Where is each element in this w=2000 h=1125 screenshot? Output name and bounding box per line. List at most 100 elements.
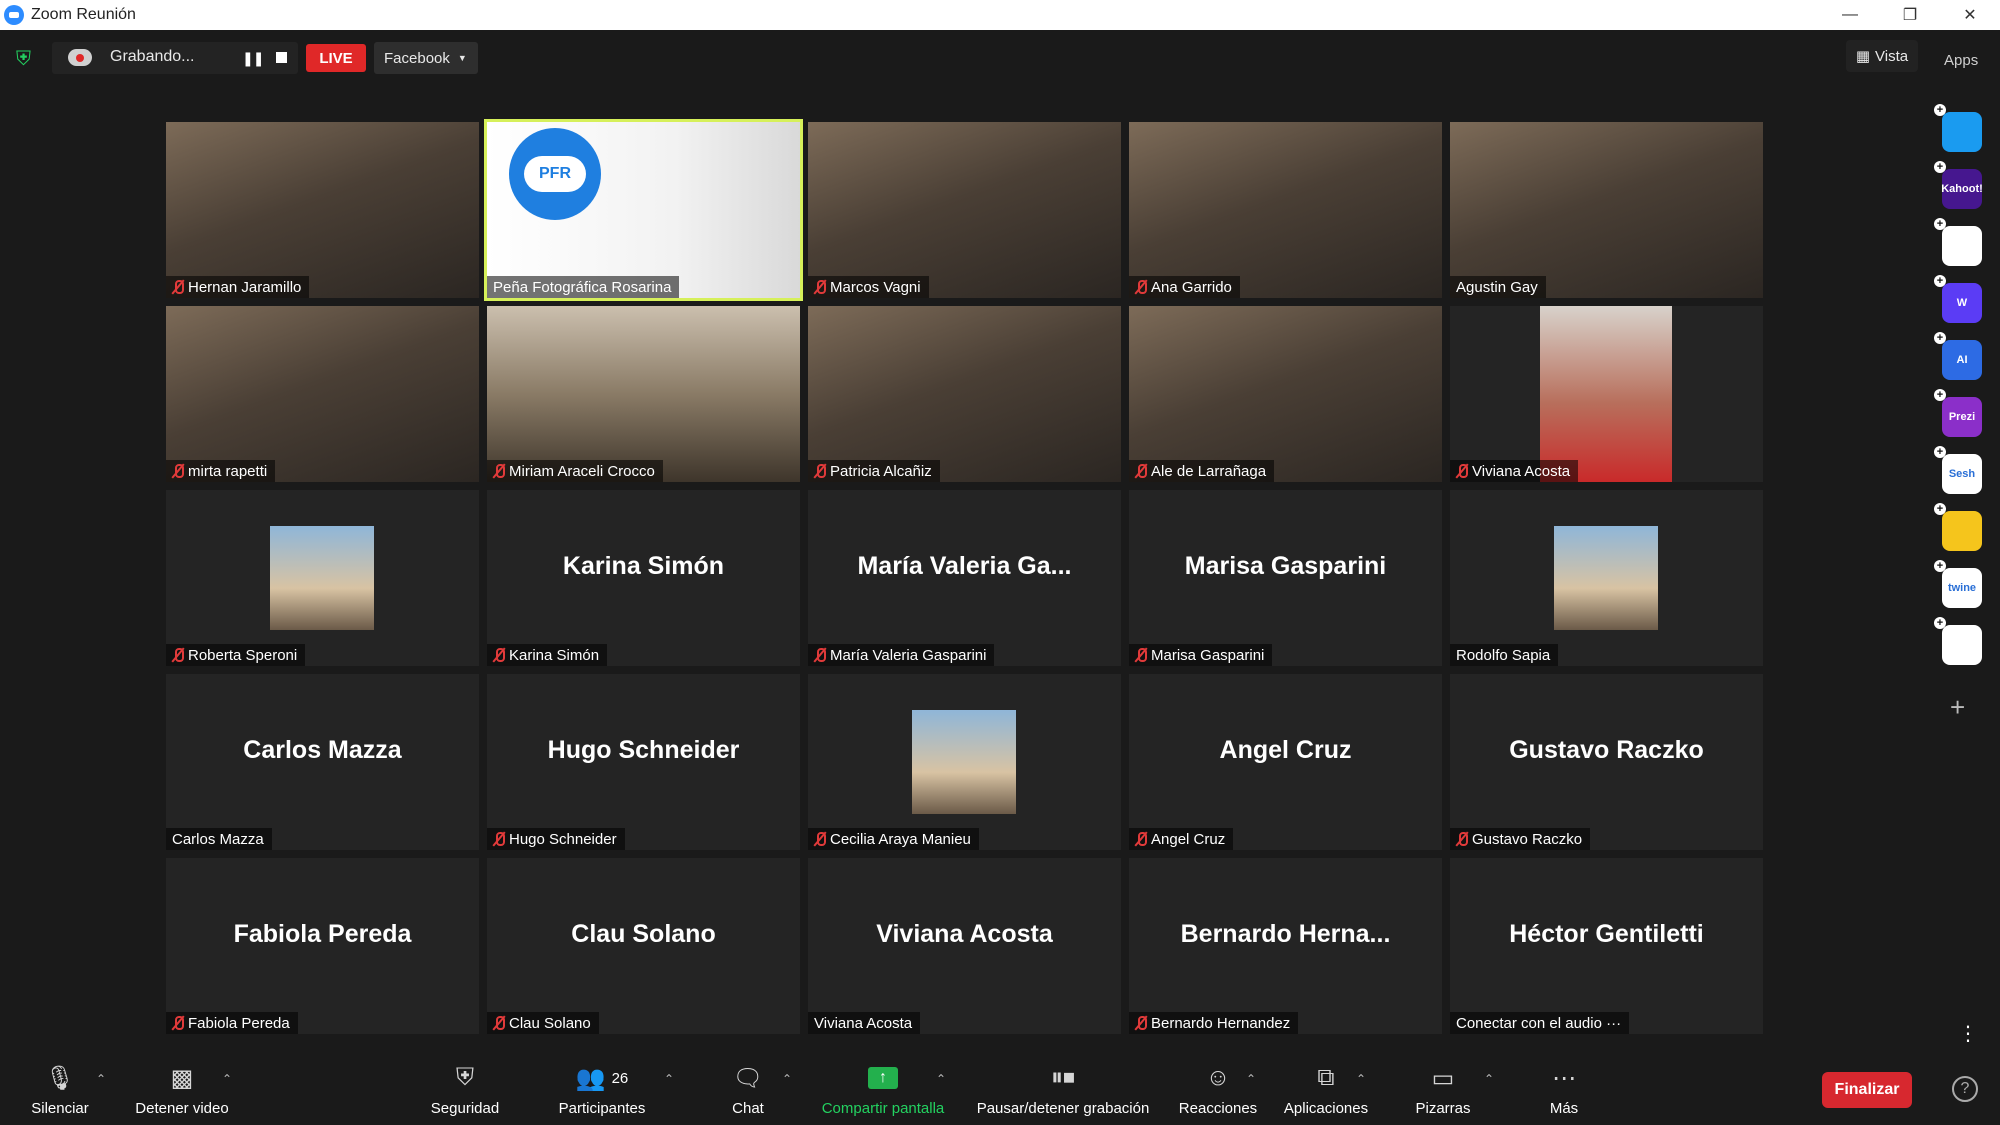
participant-tile[interactable]: Clau Solano Clau Solano [487, 858, 800, 1034]
share-chevron-icon[interactable]: ⌃ [936, 1072, 946, 1086]
more-button[interactable]: ⋯ Más [1542, 1060, 1586, 1118]
chat-chevron-icon[interactable]: ⌃ [782, 1072, 792, 1086]
plus-icon: + [1934, 218, 1946, 230]
plus-icon: + [1934, 389, 1946, 401]
minimize-icon[interactable]: — [1820, 0, 1880, 30]
muted-microphone-icon [814, 463, 826, 479]
participant-tile[interactable]: Héctor Gentiletti Conectar con el audio ·… [1450, 858, 1763, 1034]
participant-name-label: mirta rapetti [188, 462, 268, 480]
participant-name-label: Hernan Jaramillo [188, 278, 302, 296]
end-meeting-button[interactable]: Finalizar [1822, 1072, 1912, 1108]
reactions-label: Reacciones [1178, 1100, 1258, 1117]
sidebar-more-icon[interactable]: ⋮ [1958, 1024, 1978, 1044]
app-arrow-icon[interactable]: + [1934, 104, 1982, 152]
whiteboards-chevron-icon[interactable]: ⌃ [1484, 1072, 1494, 1086]
restore-icon[interactable]: ❐ [1880, 0, 1940, 30]
more-label: Más [1549, 1100, 1579, 1117]
participant-tile[interactable]: Angel Cruz Angel Cruz [1129, 674, 1442, 850]
participant-tile[interactable]: Marcos Vagni [808, 122, 1121, 298]
participant-tile[interactable]: Rodolfo Sapia [1450, 490, 1763, 666]
plus-icon: + [1934, 617, 1946, 629]
app-sesh-icon[interactable]: + Sesh [1934, 446, 1982, 494]
app-prezi-icon[interactable]: + Prezi [1934, 389, 1982, 437]
participant-tile[interactable]: Hugo Schneider Hugo Schneider [487, 674, 800, 850]
participant-tile[interactable]: Carlos Mazza Carlos Mazza [166, 674, 479, 850]
audio-options-chevron-icon[interactable]: ⌃ [96, 1072, 106, 1086]
ellipsis-icon: ⋯ [1552, 1064, 1576, 1092]
view-label: Vista [1875, 47, 1909, 65]
participant-name-label: Ana Garrido [1151, 278, 1232, 296]
stop-recording-icon[interactable] [276, 52, 287, 63]
participant-tile[interactable]: Karina Simón Karina Simón [487, 490, 800, 666]
participants-icon: 👥 26 [575, 1064, 629, 1092]
participant-tile[interactable]: Patricia Alcañiz [808, 306, 1121, 482]
app-grid-icon[interactable]: + [1934, 617, 1982, 665]
participant-tile[interactable]: PFR Peña Fotográfica Rosarina [484, 119, 803, 301]
share-screen-button[interactable]: ↑ Compartir pantalla [812, 1060, 954, 1117]
participant-tile[interactable]: Gustavo Raczko Gustavo Raczko [1450, 674, 1763, 850]
participant-display-name: Clau Solano [571, 920, 716, 948]
reactions-button[interactable]: ☺ Reacciones [1176, 1060, 1260, 1117]
app-ai-icon[interactable]: + AI [1934, 332, 1982, 380]
participant-tile[interactable]: Miriam Araceli Crocco [487, 306, 800, 482]
muted-microphone-icon [493, 647, 505, 663]
plus-icon: + [1934, 161, 1946, 173]
mute-button[interactable]: 🎙 Silenciar [22, 1060, 98, 1118]
stop-video-button[interactable]: ▩ Detener video [126, 1060, 238, 1118]
mute-label: Silenciar [31, 1100, 89, 1117]
live-platform-dropdown[interactable]: Facebook ▼ [374, 42, 478, 74]
participant-tile[interactable]: Fabiola Pereda Fabiola Pereda [166, 858, 479, 1034]
chat-bubble-icon: 🗨 [732, 1064, 764, 1092]
reactions-chevron-icon[interactable]: ⌃ [1246, 1072, 1256, 1086]
add-app-icon[interactable]: + [1950, 692, 1965, 723]
participant-display-name: Fabiola Pereda [233, 920, 412, 948]
participant-tile[interactable]: Viviana Acosta [1450, 306, 1763, 482]
participants-chevron-icon[interactable]: ⌃ [664, 1072, 674, 1086]
apps-chevron-icon[interactable]: ⌃ [1356, 1072, 1366, 1086]
muted-microphone-icon [172, 279, 184, 295]
participant-nameplate: Fabiola Pereda [166, 1012, 298, 1034]
app-kahoot-icon[interactable]: + Kahoot! [1934, 161, 1983, 209]
pause-recording-icon[interactable]: ❚❚ [242, 50, 264, 67]
apps-button[interactable]: ⧉ Aplicaciones [1276, 1060, 1376, 1117]
security-label: Seguridad [430, 1100, 500, 1117]
participant-tile[interactable]: Hernan Jaramillo [166, 122, 479, 298]
participants-button[interactable]: 👥 26 Participantes [552, 1060, 652, 1118]
app-red-icon[interactable]: + [1934, 218, 1982, 266]
sidebar-app-label: Kahoot! [1941, 183, 1983, 195]
close-icon[interactable]: ✕ [1940, 0, 2000, 30]
participant-nameplate: Hugo Schneider [487, 828, 625, 850]
window-titlebar: Zoom Reunión — ❐ ✕ [0, 0, 2000, 30]
participant-tile[interactable]: Agustin Gay [1450, 122, 1763, 298]
participant-tile[interactable]: Ana Garrido [1129, 122, 1442, 298]
participant-name-label: Hugo Schneider [509, 830, 617, 848]
participant-nameplate: Viviana Acosta [1450, 460, 1579, 482]
participant-tile[interactable]: Viviana Acosta Viviana Acosta [808, 858, 1121, 1034]
chat-button[interactable]: 🗨 Chat [718, 1060, 778, 1118]
participant-nameplate: Carlos Mazza [166, 828, 272, 850]
live-badge[interactable]: LIVE [306, 44, 366, 72]
participant-nameplate: Karina Simón [487, 644, 608, 666]
encryption-shield-icon[interactable]: ⛨ [16, 48, 36, 70]
participant-tile[interactable]: Cecilia Araya Manieu [808, 674, 1121, 850]
participant-tile[interactable]: Roberta Speroni [166, 490, 479, 666]
muted-microphone-icon [814, 831, 826, 847]
app-twine-icon[interactable]: + twine [1934, 560, 1982, 608]
participant-name-label: Rodolfo Sapia [1456, 646, 1551, 664]
video-options-chevron-icon[interactable]: ⌃ [222, 1072, 232, 1086]
view-button[interactable]: ▦ Vista [1846, 40, 1918, 72]
pause-stop-recording-button[interactable]: ⏸⏹ Pausar/detener grabación [968, 1060, 1158, 1117]
app-emoji-icon[interactable]: + [1934, 503, 1982, 551]
participant-tile[interactable]: María Valeria Ga... María Valeria Gaspari… [808, 490, 1121, 666]
participant-tile[interactable]: Bernardo Herna... Bernardo Hernandez [1129, 858, 1442, 1034]
participant-tile[interactable]: Marisa Gasparini Marisa Gasparini [1129, 490, 1442, 666]
participant-tile[interactable]: Ale de Larrañaga [1129, 306, 1442, 482]
apps-panel-label[interactable]: Apps [1944, 52, 1978, 69]
plus-icon: + [1934, 446, 1946, 458]
help-icon[interactable]: ? [1952, 1076, 1978, 1102]
security-button[interactable]: ⛨ Seguridad [424, 1060, 506, 1117]
participant-tile[interactable]: mirta rapetti [166, 306, 479, 482]
whiteboards-button[interactable]: ▭ Pizarras [1406, 1060, 1480, 1118]
app-wooclap-icon[interactable]: + W [1934, 275, 1982, 323]
whiteboard-icon: ▭ [1431, 1064, 1455, 1092]
